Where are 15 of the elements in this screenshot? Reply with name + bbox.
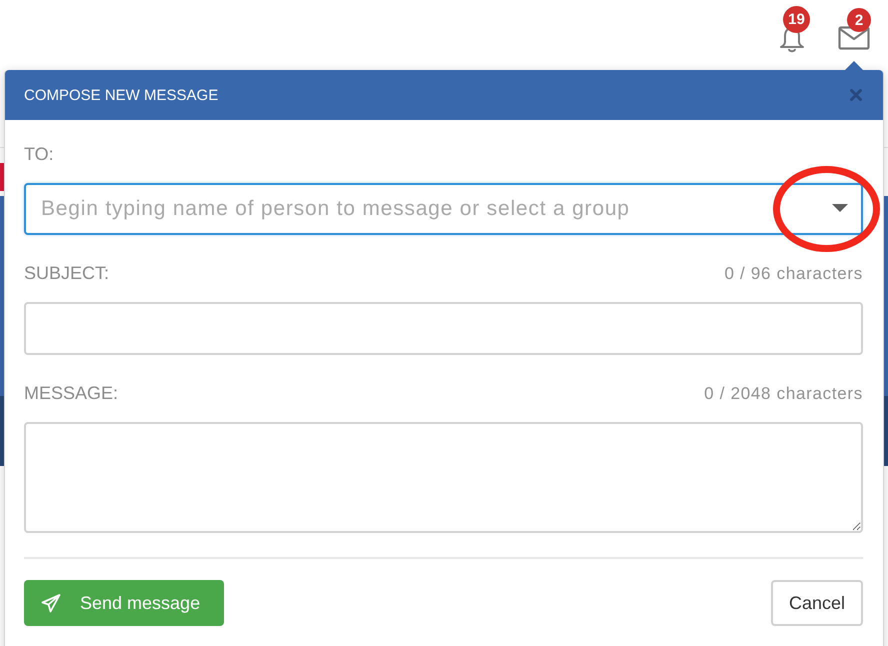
paper-plane-icon (41, 594, 61, 612)
cancel-button[interactable]: Cancel (770, 580, 863, 626)
character-counter: 0 / 96 characters (724, 264, 863, 284)
character-counter: 0 / 2048 characters (704, 384, 863, 404)
message-field[interactable] (24, 422, 863, 533)
recipient-field[interactable]: Begin typing name of person to message or select a group (24, 183, 863, 235)
field-label: TO: (24, 144, 54, 165)
dialog-title: COMPOSE NEW MESSAGE (24, 86, 218, 104)
notification-count: 19 (783, 6, 810, 33)
field-label: SUBJECT: (24, 263, 110, 284)
subject-field[interactable] (24, 302, 863, 355)
caret-down-icon[interactable] (832, 204, 848, 212)
field-label: MESSAGE: (24, 383, 118, 404)
unread-message-count: 2 (847, 8, 871, 32)
envelope-icon[interactable] (838, 26, 870, 50)
